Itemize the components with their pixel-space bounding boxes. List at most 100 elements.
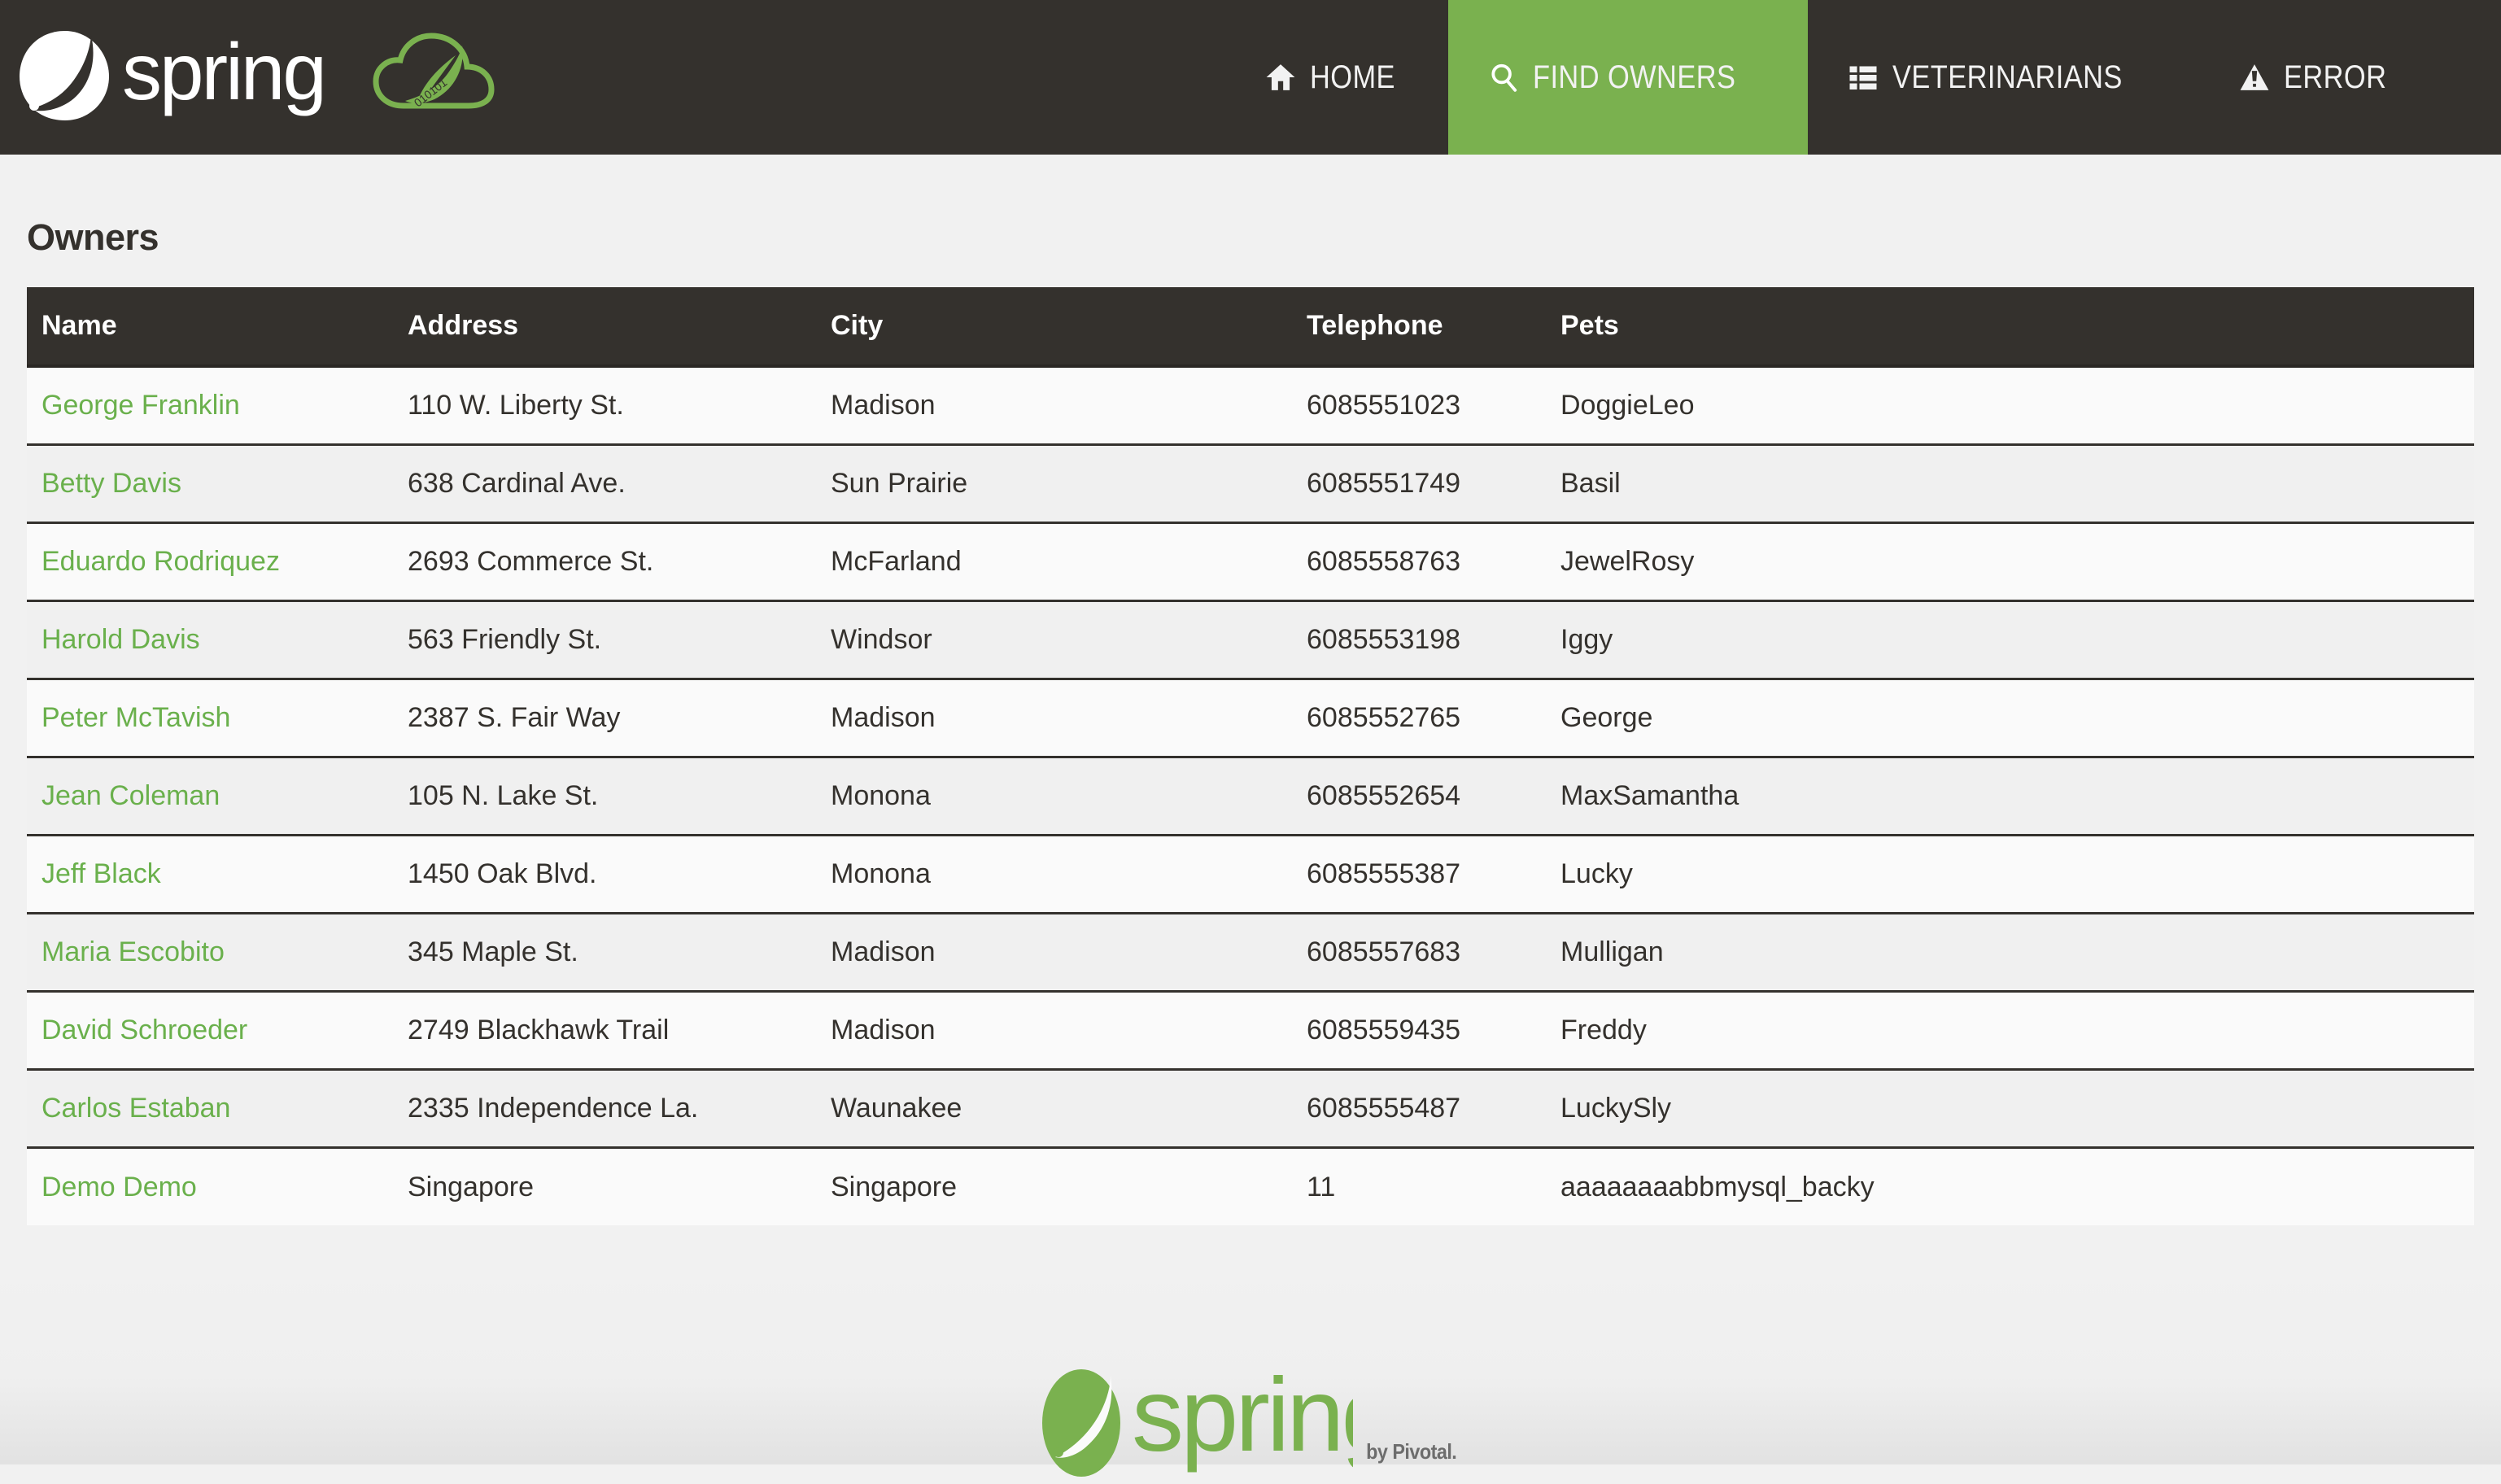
owner-name-link[interactable]: Jeff Black bbox=[41, 858, 161, 889]
nav-item-veterinarians[interactable]: VETERINARIANS bbox=[1808, 0, 2199, 155]
cell-city: Madison bbox=[831, 913, 1307, 991]
nav-links: HOME FIND OWNERS bbox=[1225, 0, 2442, 155]
table-row: Jean Coleman 105 N. Lake St.Monona6085552… bbox=[27, 757, 2474, 835]
svg-text:spring: spring bbox=[1132, 1357, 1353, 1473]
search-icon bbox=[1487, 61, 1520, 94]
owner-name-link[interactable]: Harold Davis bbox=[41, 624, 200, 655]
cell-name: Peter McTavish bbox=[27, 679, 408, 757]
cell-city: Windsor bbox=[831, 600, 1307, 679]
table-row: Eduardo Rodriquez 2693 Commerce St.McFarl… bbox=[27, 522, 2474, 600]
warning-icon bbox=[2238, 61, 2271, 94]
table-row: Peter McTavish 2387 S. Fair WayMadison608… bbox=[27, 679, 2474, 757]
cell-name: David Schroeder bbox=[27, 991, 408, 1069]
cell-name: Harold Davis bbox=[27, 600, 408, 679]
cell-address: 110 W. Liberty St. bbox=[408, 366, 831, 444]
footer-spring-logo: spring by Pivotal. bbox=[1039, 1333, 1461, 1484]
cell-name: Carlos Estaban bbox=[27, 1069, 408, 1147]
cell-name: Jean Coleman bbox=[27, 757, 408, 835]
cell-address: 105 N. Lake St. bbox=[408, 757, 831, 835]
owners-table-body: George Franklin110 W. Liberty St.Madison… bbox=[27, 366, 2474, 1225]
spring-leaf-icon bbox=[15, 28, 119, 128]
cell-address: 2749 Blackhawk Trail bbox=[408, 991, 831, 1069]
cell-pets: Freddy bbox=[1560, 991, 2474, 1069]
cell-pets: Iggy bbox=[1560, 600, 2474, 679]
footer-wordmark: spring bbox=[1132, 1333, 1353, 1484]
nav-item-error[interactable]: ERROR bbox=[2199, 0, 2442, 155]
nav-label-error: ERROR bbox=[2284, 61, 2386, 94]
owner-name-link[interactable]: Demo Demo bbox=[41, 1172, 197, 1202]
page-footer: spring by Pivotal. bbox=[0, 1269, 2501, 1464]
owner-name-link[interactable]: Carlos Estaban bbox=[41, 1093, 230, 1124]
list-icon bbox=[1847, 61, 1879, 94]
cell-pets: Basil bbox=[1560, 444, 2474, 522]
table-row: Demo DemoSingaporeSingapore11aaaaaaaabbm… bbox=[27, 1147, 2474, 1225]
cell-name: Jeff Black bbox=[27, 835, 408, 913]
cell-address: 2335 Independence La. bbox=[408, 1069, 831, 1147]
cell-name: Eduardo Rodriquez bbox=[27, 522, 408, 600]
top-navbar: spring 010101 HOME bbox=[0, 0, 2501, 155]
cell-address: 2387 S. Fair Way bbox=[408, 679, 831, 757]
svg-text:spring: spring bbox=[122, 28, 325, 116]
owner-name-link[interactable]: Maria Escobito bbox=[41, 936, 225, 967]
cell-telephone: 11 bbox=[1307, 1147, 1560, 1225]
owner-name-link[interactable]: Peter McTavish bbox=[41, 702, 230, 733]
owner-name-link[interactable]: David Schroeder bbox=[41, 1015, 247, 1045]
cell-pets: MaxSamantha bbox=[1560, 757, 2474, 835]
owner-name-link[interactable]: Jean Coleman bbox=[41, 780, 220, 811]
cell-city: Madison bbox=[831, 679, 1307, 757]
table-row: David Schroeder 2749 Blackhawk TrailMadis… bbox=[27, 991, 2474, 1069]
owner-name-link[interactable]: George Franklin bbox=[41, 390, 240, 421]
table-row: Harold Davis 563 Friendly St.Windsor60855… bbox=[27, 600, 2474, 679]
spring-cloud-leaf-icon: 010101 bbox=[369, 28, 501, 128]
brand-logo-link[interactable]: spring 010101 bbox=[0, 0, 501, 155]
cell-telephone: 6085555387 bbox=[1307, 835, 1560, 913]
cell-telephone: 6085558763 bbox=[1307, 522, 1560, 600]
cell-city: Monona bbox=[831, 757, 1307, 835]
column-header-address: Address bbox=[408, 287, 831, 366]
column-header-pets: Pets bbox=[1560, 287, 2474, 366]
cell-city: Monona bbox=[831, 835, 1307, 913]
cell-city: Singapore bbox=[831, 1147, 1307, 1225]
brand-wordmark: spring bbox=[122, 28, 366, 128]
owner-name-link[interactable]: Betty Davis bbox=[41, 468, 181, 499]
page-title: Owners bbox=[27, 155, 2474, 287]
nav-item-find-owners[interactable]: FIND OWNERS bbox=[1448, 0, 1808, 155]
cell-pets: DoggieLeo bbox=[1560, 366, 2474, 444]
nav-label-veterinarians: VETERINARIANS bbox=[1892, 61, 2123, 94]
table-row: Maria Escobito 345 Maple St.Madison608555… bbox=[27, 913, 2474, 991]
cell-pets: LuckySly bbox=[1560, 1069, 2474, 1147]
cell-pets: Lucky bbox=[1560, 835, 2474, 913]
nav-item-home[interactable]: HOME bbox=[1225, 0, 1448, 155]
spring-leaf-icon-footer bbox=[1039, 1333, 1124, 1484]
cell-city: Madison bbox=[831, 991, 1307, 1069]
cell-address: 1450 Oak Blvd. bbox=[408, 835, 831, 913]
cell-name: Maria Escobito bbox=[27, 913, 408, 991]
table-row: George Franklin 110 W. Liberty St.Madison… bbox=[27, 366, 2474, 444]
cell-telephone: 6085559435 bbox=[1307, 991, 1560, 1069]
table-header-row: Name Address City Telephone Pets bbox=[27, 287, 2474, 366]
cell-city: Madison bbox=[831, 366, 1307, 444]
cell-telephone: 6085552654 bbox=[1307, 757, 1560, 835]
cell-pets: George bbox=[1560, 679, 2474, 757]
home-icon bbox=[1264, 61, 1297, 94]
cell-address: 2693 Commerce St. bbox=[408, 522, 831, 600]
table-row: Jeff Black 1450 Oak Blvd.Monona6085555387… bbox=[27, 835, 2474, 913]
cell-address: 563 Friendly St. bbox=[408, 600, 831, 679]
cell-address: 345 Maple St. bbox=[408, 913, 831, 991]
footer-byline: by Pivotal. bbox=[1366, 1439, 1456, 1464]
cell-pets: Mulligan bbox=[1560, 913, 2474, 991]
column-header-city: City bbox=[831, 287, 1307, 366]
cell-telephone: 6085557683 bbox=[1307, 913, 1560, 991]
cell-telephone: 6085551023 bbox=[1307, 366, 1560, 444]
column-header-name: Name bbox=[27, 287, 408, 366]
cell-telephone: 6085555487 bbox=[1307, 1069, 1560, 1147]
cell-telephone: 6085552765 bbox=[1307, 679, 1560, 757]
cell-city: McFarland bbox=[831, 522, 1307, 600]
nav-label-home: HOME bbox=[1310, 61, 1395, 94]
cell-address: 638 Cardinal Ave. bbox=[408, 444, 831, 522]
owners-table-head: Name Address City Telephone Pets bbox=[27, 287, 2474, 366]
cell-telephone: 6085553198 bbox=[1307, 600, 1560, 679]
main-container: Owners Name Address City Telephone Pets … bbox=[0, 155, 2501, 1225]
cell-pets: aaaaaaaabbmysql_backy bbox=[1560, 1147, 2474, 1225]
owner-name-link[interactable]: Eduardo Rodriquez bbox=[41, 546, 280, 577]
